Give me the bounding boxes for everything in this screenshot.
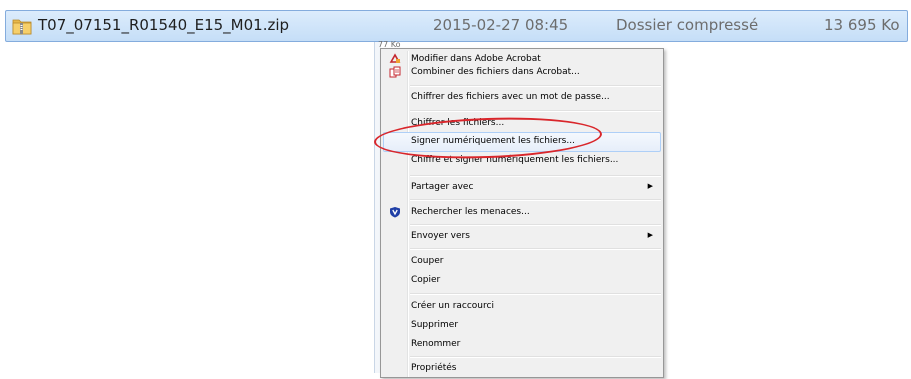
file-row-selected[interactable]: T07_07151_R01540_E15_M01.zip 2015-02-27 …: [5, 10, 908, 42]
menu-item-rechercher-menaces[interactable]: Rechercher les menaces...: [383, 203, 661, 223]
menu-item-partager-avec[interactable]: Partager avec ▶: [383, 178, 661, 198]
zip-folder-icon: [12, 19, 32, 35]
context-menu: Modifier dans Adobe Acrobat Combiner des…: [380, 48, 664, 378]
menu-item-chiffrer-mot-de-passe[interactable]: Chiffrer des fichiers avec un mot de pas…: [383, 88, 661, 108]
menu-separator: [410, 356, 661, 358]
menu-separator: [410, 248, 661, 250]
shield-icon: [390, 207, 400, 218]
menu-item-proprietes[interactable]: Propriétés: [383, 359, 661, 379]
menu-separator: [410, 175, 661, 177]
menu-item-creer-raccourci[interactable]: Créer un raccourci: [383, 297, 661, 317]
menu-item-renommer[interactable]: Renommer: [383, 335, 661, 355]
menu-item-combiner-acrobat[interactable]: Combiner des fichiers dans Acrobat...: [383, 63, 661, 83]
submenu-arrow-icon: ▶: [647, 182, 653, 190]
file-date: 2015-02-27 08:45: [433, 16, 569, 34]
menu-separator: [410, 199, 661, 201]
menu-item-envoyer-vers[interactable]: Envoyer vers ▶: [383, 227, 661, 247]
file-size: 13 695 Ko: [824, 16, 900, 34]
menu-separator: [410, 293, 661, 295]
menu-separator: [410, 85, 661, 87]
file-type: Dossier compressé: [616, 16, 759, 34]
submenu-arrow-icon: ▶: [647, 231, 653, 239]
menu-separator: [410, 110, 661, 112]
file-name[interactable]: T07_07151_R01540_E15_M01.zip: [38, 16, 289, 34]
acrobat-combine-icon: [389, 66, 401, 78]
menu-item-couper[interactable]: Couper: [383, 252, 661, 272]
menu-item-supprimer[interactable]: Supprimer: [383, 316, 661, 336]
menu-item-copier[interactable]: Copier: [383, 271, 661, 291]
menu-separator: [410, 224, 661, 226]
